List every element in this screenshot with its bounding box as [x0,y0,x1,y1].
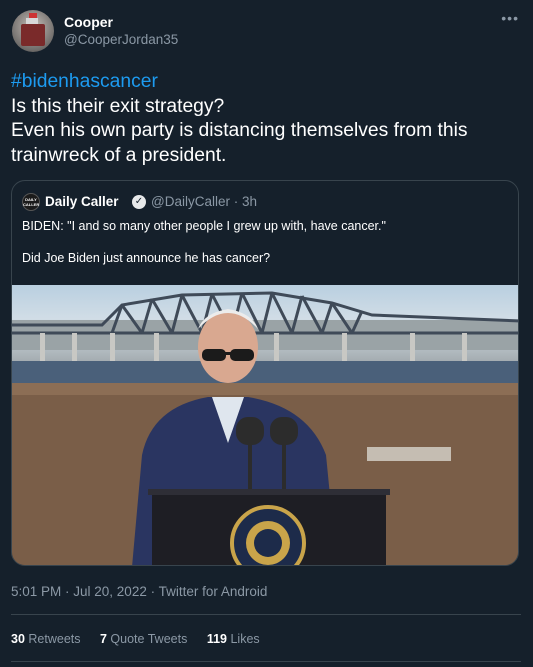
tweet-line: trainwreck of a president. [11,144,227,166]
tweet-text: #bidenhascancer Is this their exit strat… [11,70,521,168]
author-handle[interactable]: @CooperJordan35 [64,32,178,47]
quote-tweets-label: Quote Tweets [110,632,188,646]
quoted-author-handle-time[interactable]: @DailyCaller · 3h [151,194,257,209]
likes-count: 119 [206,632,227,646]
more-dots-icon[interactable]: ••• [501,10,519,26]
quote-tweets-stat[interactable]: 7 Quote Tweets [100,632,187,646]
verified-badge-icon: ✓ [132,195,146,209]
divider [11,614,521,615]
tweet-stats: 30 Retweets 7 Quote Tweets 119 Likes [11,632,276,646]
quote-tweets-count: 7 [99,632,107,646]
quoted-media-photo[interactable] [12,285,518,565]
quoted-tweet[interactable]: DAILY CALLER Daily Caller ✓ @DailyCaller… [11,180,519,566]
hashtag-link[interactable]: #bidenhascancer [11,70,521,95]
tweet-timestamp[interactable]: 5:01 PM · Jul 20, 2022 · Twitter for And… [11,584,267,599]
podium [148,489,390,565]
quoted-author-name[interactable]: Daily Caller [45,194,119,209]
avatar-building [21,24,45,46]
author-name[interactable]: Cooper [64,14,113,30]
tweet-container: Cooper @CooperJordan35 ••• #bidenhascanc… [0,0,533,667]
concrete-slab [367,447,451,461]
water [12,361,518,383]
quoted-text-line: BIDEN: "I and so many other people I gre… [22,219,386,233]
quoted-text-line: Did Joe Biden just announce he has cance… [22,251,271,265]
avatar[interactable] [12,10,54,52]
tweet-header: Cooper @CooperJordan35 ••• [12,10,521,56]
retweets-stat[interactable]: 30 Retweets [11,632,81,646]
daily-caller-logo[interactable]: DAILY CALLER [22,193,40,211]
tweet-line: Even his own party is distancing themsel… [11,120,468,141]
photo-scene [12,291,518,565]
tweet-line: Is this their exit strategy? [11,95,225,117]
likes-label: Likes [230,632,260,646]
retweets-count: 30 [11,632,25,646]
retweets-label: Retweets [28,632,81,646]
dirt-ridge [12,383,518,395]
quoted-tweet-header: DAILY CALLER Daily Caller ✓ @DailyCaller… [22,193,502,211]
logo-text: DAILY CALLER [23,197,40,207]
likes-stat[interactable]: 119 Likes [207,632,260,646]
divider [11,661,521,662]
